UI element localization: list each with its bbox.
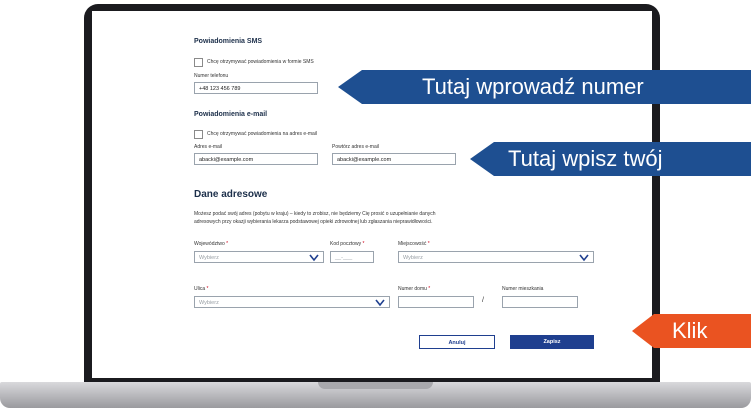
- postal-code-label: Kod pocztowy *: [330, 241, 365, 247]
- sms-checkbox-label: Chcę otrzymywać powiadomienia w formie S…: [207, 59, 314, 65]
- callout-phone: Tutaj wprowadź numer: [362, 70, 751, 104]
- email-label: Adres e-mail: [194, 144, 223, 150]
- sms-checkbox[interactable]: [194, 58, 203, 67]
- save-button[interactable]: Zapisz: [510, 335, 594, 349]
- email-section-title: Powiadomienia e-mail: [194, 111, 268, 118]
- street-select[interactable]: Wybierz: [194, 296, 390, 308]
- email-input[interactable]: abacki@example.com: [194, 153, 318, 165]
- callout-email-arrow: [470, 142, 494, 176]
- email-checkbox-label: Chcę otrzymywać powiadomienia na adres e…: [207, 131, 318, 137]
- flat-number-label: Numer mieszkania: [502, 286, 544, 292]
- email-repeat-input[interactable]: abacki@example.com: [332, 153, 456, 165]
- phone-label: Numer telefonu: [194, 73, 229, 79]
- screen: Powiadomienia SMS Chcę otrzymywać powiad…: [92, 11, 652, 378]
- callout-click-arrow: [632, 314, 654, 348]
- phone-input[interactable]: +48 123 456 789: [194, 82, 318, 94]
- callout-phone-arrow: [338, 70, 362, 104]
- house-number-label: Numer domu *: [398, 286, 431, 292]
- chevron-down-icon: [375, 299, 385, 307]
- postal-code-input[interactable]: __-___: [330, 251, 374, 263]
- sms-section-title: Powiadomienia SMS: [194, 38, 263, 45]
- chevron-down-icon: [579, 254, 589, 262]
- city-select[interactable]: Wybierz: [398, 251, 594, 263]
- laptop-notch: [318, 382, 433, 389]
- address-description-line-2: adresowych przy okazji wybierania lekarz…: [194, 219, 433, 225]
- voivodeship-label: Województwo *: [194, 241, 229, 247]
- email-repeat-label: Powtórz adres e-mail: [332, 144, 379, 150]
- number-separator: /: [482, 297, 484, 304]
- flat-number-input[interactable]: [502, 296, 578, 308]
- address-section-title: Dane adresowe: [194, 189, 268, 200]
- city-label: Miejscowość *: [398, 241, 430, 247]
- street-label: Ulica *: [194, 286, 209, 292]
- callout-click: Klik: [654, 314, 751, 348]
- chevron-down-icon: [309, 254, 319, 262]
- address-description-line-1: Możesz podać swój adres (pobytu w kraju)…: [194, 211, 436, 217]
- cancel-button[interactable]: Anuluj: [419, 335, 495, 349]
- email-checkbox[interactable]: [194, 130, 203, 139]
- callout-email: Tutaj wpisz twój: [494, 142, 751, 176]
- voivodeship-select[interactable]: Wybierz: [194, 251, 324, 263]
- house-number-input[interactable]: [398, 296, 474, 308]
